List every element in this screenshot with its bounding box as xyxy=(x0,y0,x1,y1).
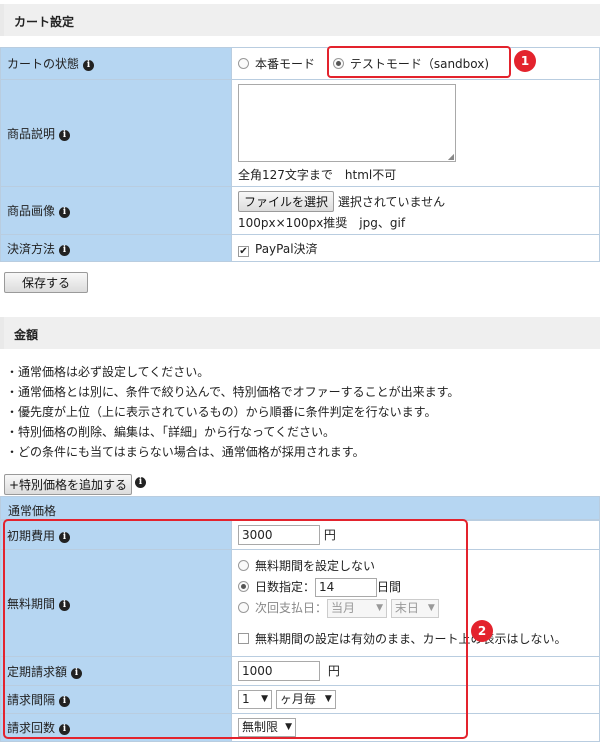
annotation-badge-1: 1 xyxy=(514,50,536,72)
info-icon[interactable]: i xyxy=(83,60,95,71)
row-label-description: 商品説明 i xyxy=(0,79,232,187)
annotation-badge-2: 2 xyxy=(471,620,493,642)
row-label-cart-status: カートの状態 i xyxy=(0,47,232,80)
add-special-price-button[interactable]: +特別価格を追加する xyxy=(4,474,133,495)
info-icon[interactable]: i xyxy=(59,129,71,141)
description-textarea[interactable]: ◢ xyxy=(238,84,456,162)
price-notes: 通常価格は必ず設定してください。 通常価格とは別に、条件で絞り込んで、特別価格で… xyxy=(0,352,459,462)
cart-settings-title: カート設定 xyxy=(14,15,75,29)
note-item: 通常価格とは別に、条件で絞り込んで、特別価格でオファーすることが出来ます。 xyxy=(6,382,459,402)
note-item: どの条件にも当てはまらない場合は、通常価格が採用されます。 xyxy=(6,442,459,462)
highlight-test-mode xyxy=(327,46,511,78)
note-item: 特別価格の削除、編集は、「詳細」から行なってください。 xyxy=(6,422,459,442)
price-header: 金額 xyxy=(0,317,600,349)
save-button[interactable]: 保存する xyxy=(4,272,88,293)
radio-production-mode[interactable]: 本番モード xyxy=(238,57,315,71)
note-item: 優先度が上位（上に表示されているもの）から順番に条件判定を行ないます。 xyxy=(6,402,459,422)
note-item: 通常価格は必ず設定してください。 xyxy=(6,362,459,382)
row-label-payment: 決済方法 i xyxy=(0,234,232,262)
cart-settings-header: カート設定 xyxy=(0,4,600,36)
file-status: 選択されていません xyxy=(337,194,446,209)
cart-settings-table: カートの状態 i 本番モード テストモード（sandbox) 商品説明 i ◢ 全角… xyxy=(0,47,600,262)
row-label-image: 商品画像 i xyxy=(0,186,232,235)
resize-handle-icon[interactable]: ◢ xyxy=(448,152,454,161)
highlight-normal-price xyxy=(3,519,468,739)
info-icon[interactable]: i xyxy=(59,207,71,218)
file-select-button[interactable]: ファイルを選択 xyxy=(238,190,335,212)
image-hint: 100px×100px推奨 jpg、gif xyxy=(238,215,406,230)
info-icon[interactable]: i xyxy=(59,244,71,256)
paypal-checkbox[interactable]: ✔ PayPal決済 xyxy=(238,242,318,257)
description-hint: 全角127文字まで html不可 xyxy=(238,168,397,182)
info-icon[interactable]: i xyxy=(135,477,146,488)
price-title: 金額 xyxy=(14,328,39,342)
normal-price-heading: 通常価格 xyxy=(0,496,600,520)
